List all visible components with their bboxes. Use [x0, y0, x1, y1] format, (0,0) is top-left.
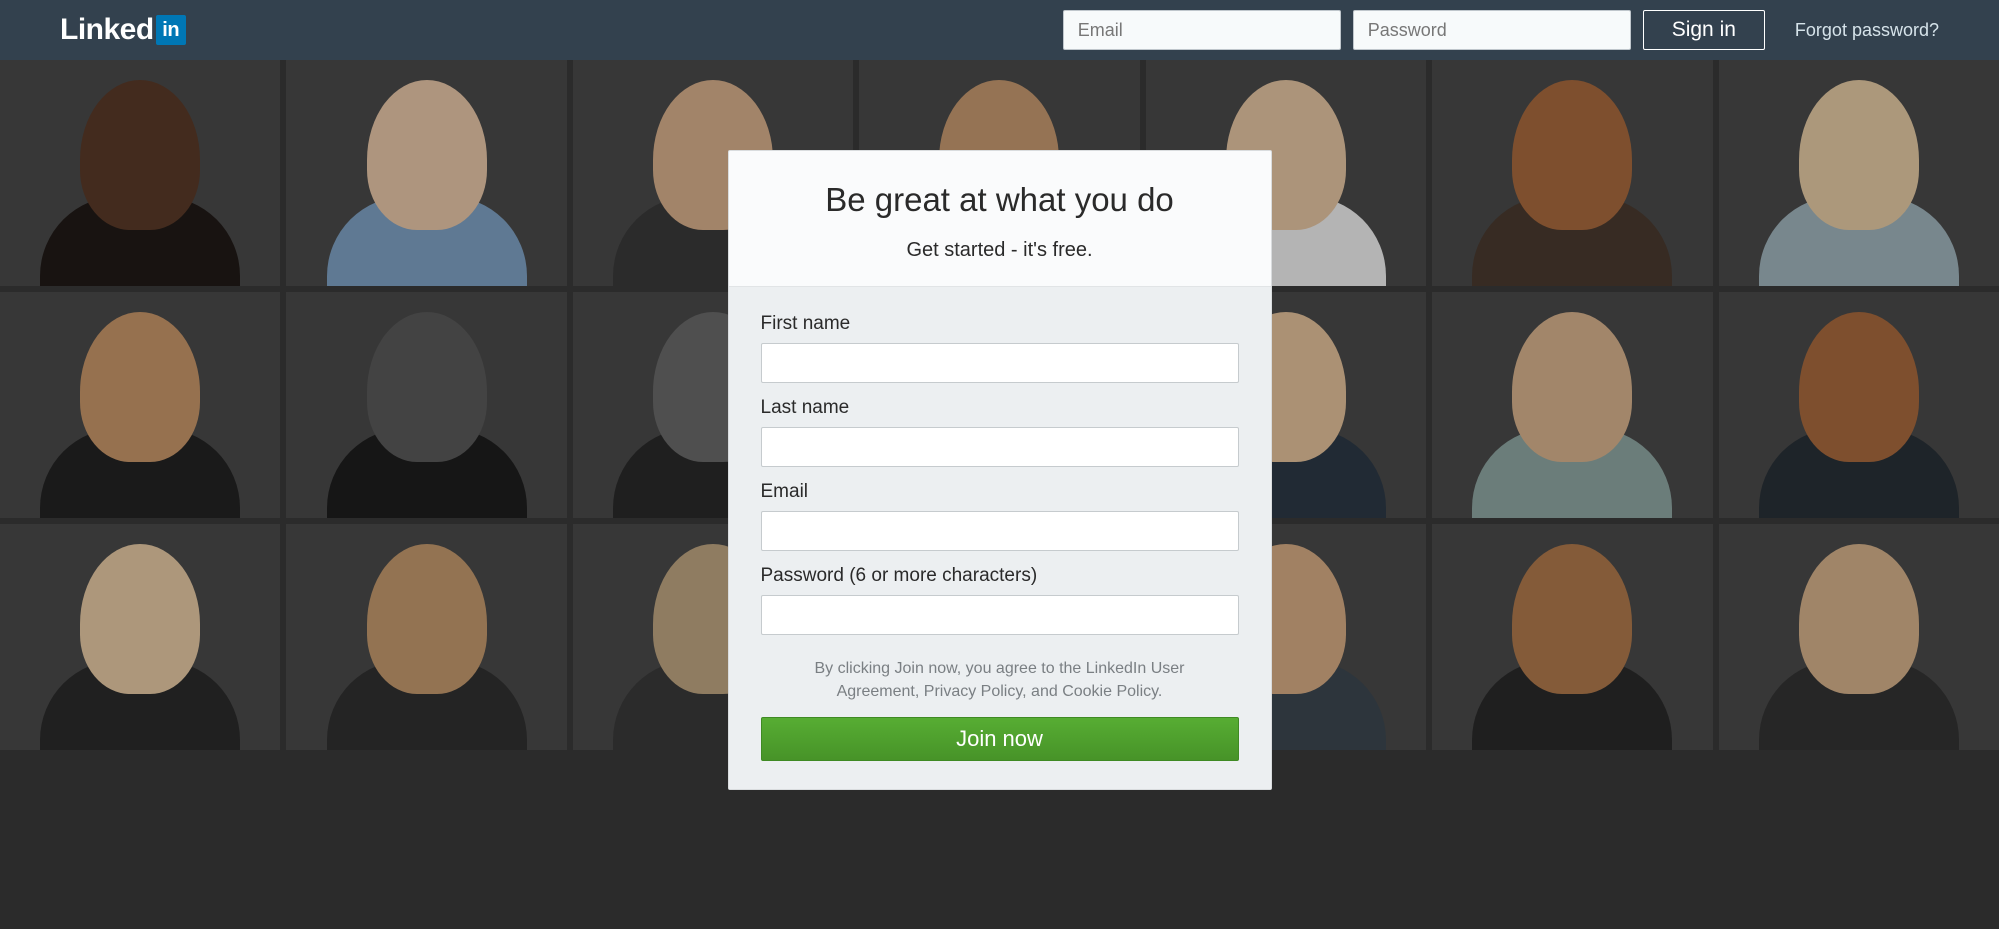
sign-in-button[interactable]: Sign in	[1643, 10, 1765, 50]
forgot-password-link[interactable]: Forgot password?	[1795, 20, 1939, 41]
background-tile	[0, 524, 280, 750]
email-field[interactable]	[1063, 10, 1341, 50]
hero-section: Be great at what you do Get started - it…	[0, 60, 1999, 929]
logo-text: Linked	[60, 13, 154, 47]
background-tile	[1432, 524, 1712, 750]
signup-subhead: Get started - it's free.	[757, 239, 1243, 262]
background-tile	[286, 60, 566, 286]
background-tile	[1432, 292, 1712, 518]
background-tile	[0, 292, 280, 518]
password-label: Password (6 or more characters)	[761, 565, 1239, 587]
background-tile	[1719, 524, 1999, 750]
first-name-input[interactable]	[761, 343, 1239, 383]
signup-card: Be great at what you do Get started - it…	[728, 150, 1272, 790]
email-label: Email	[761, 481, 1239, 503]
background-tile	[0, 60, 280, 286]
signup-password-input[interactable]	[761, 595, 1239, 635]
linkedin-logo[interactable]: Linkedin	[60, 13, 186, 47]
signup-form: First name Last name Email Password (6 o…	[729, 287, 1271, 789]
signup-headline: Be great at what you do	[757, 181, 1243, 219]
last-name-input[interactable]	[761, 427, 1239, 467]
password-field[interactable]	[1353, 10, 1631, 50]
background-tile	[286, 524, 566, 750]
background-tile	[286, 292, 566, 518]
background-tile	[1432, 60, 1712, 286]
logo-badge-icon: in	[156, 15, 186, 45]
signup-email-input[interactable]	[761, 511, 1239, 551]
legal-text: By clicking Join now, you agree to the L…	[790, 657, 1210, 703]
top-nav: Linkedin Sign in Forgot password?	[0, 0, 1999, 60]
last-name-label: Last name	[761, 397, 1239, 419]
background-tile	[1719, 292, 1999, 518]
join-now-button[interactable]: Join now	[761, 717, 1239, 761]
first-name-label: First name	[761, 313, 1239, 335]
background-tile	[1719, 60, 1999, 286]
signup-card-header: Be great at what you do Get started - it…	[729, 151, 1271, 287]
